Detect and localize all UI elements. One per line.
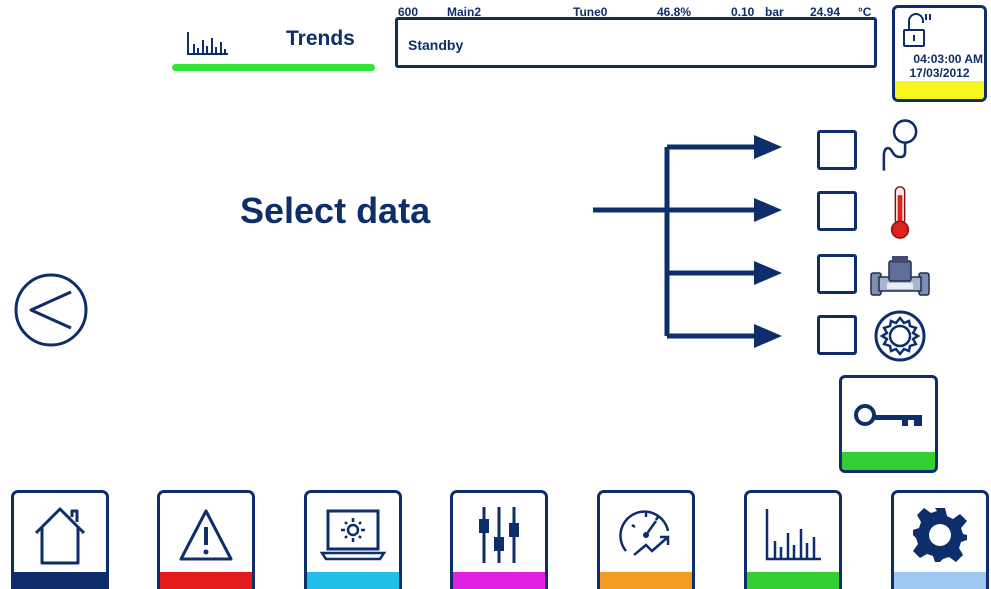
sliders-icon xyxy=(479,507,519,563)
nav-system-strip xyxy=(307,572,399,589)
nav-trends-button[interactable] xyxy=(744,490,842,589)
flow-checkbox[interactable] xyxy=(817,254,857,294)
nav-settings-button[interactable] xyxy=(891,490,989,589)
nav-system-button[interactable] xyxy=(304,490,402,589)
settings-gear-icon xyxy=(913,508,967,562)
status-message: Standby xyxy=(408,37,464,53)
access-key-button[interactable] xyxy=(839,375,938,473)
performance-gauge-icon xyxy=(619,510,670,556)
nav-performance-strip xyxy=(600,572,692,589)
nav-alarms-button[interactable] xyxy=(157,490,255,589)
flow-meter-icon xyxy=(870,256,930,296)
pressure-gauge-icon xyxy=(882,119,918,171)
speed-checkbox[interactable] xyxy=(817,315,857,355)
unlock-icon xyxy=(903,13,931,47)
key-icon xyxy=(854,404,922,426)
nav-trends-strip xyxy=(747,572,839,589)
warning-icon xyxy=(179,509,233,561)
clock-time: 04:03:00 AM xyxy=(913,52,983,66)
nav-tuning-button[interactable] xyxy=(450,490,548,589)
home-icon xyxy=(34,507,86,565)
bar-chart-icon xyxy=(765,509,821,561)
nav-performance-button[interactable] xyxy=(597,490,695,589)
pressure-checkbox[interactable] xyxy=(817,130,857,170)
page-title: Trends xyxy=(286,27,355,50)
thermometer-icon xyxy=(890,186,910,239)
lock-accent-strip xyxy=(895,81,984,99)
clock-date: 17/03/2012 xyxy=(909,66,970,80)
laptop-gear-icon xyxy=(319,509,387,561)
trends-chart-icon xyxy=(187,32,228,55)
back-arrow-icon[interactable] xyxy=(13,272,89,348)
gear-wheel-icon xyxy=(874,310,926,362)
lock-clock-panel[interactable]: 04:03:00 AM 17/03/2012 xyxy=(892,5,987,102)
nav-home-strip xyxy=(14,572,106,589)
nav-home-button[interactable] xyxy=(11,490,109,589)
status-message-box: Standby xyxy=(395,17,877,68)
select-data-heading: Select data xyxy=(240,190,431,231)
key-accent-strip xyxy=(842,452,935,470)
nav-settings-strip xyxy=(894,572,986,589)
temperature-checkbox[interactable] xyxy=(817,191,857,231)
selection-arrow-tree xyxy=(593,135,782,348)
nav-tuning-strip xyxy=(453,572,545,589)
nav-alarms-strip xyxy=(160,572,252,589)
title-underline xyxy=(172,64,375,71)
